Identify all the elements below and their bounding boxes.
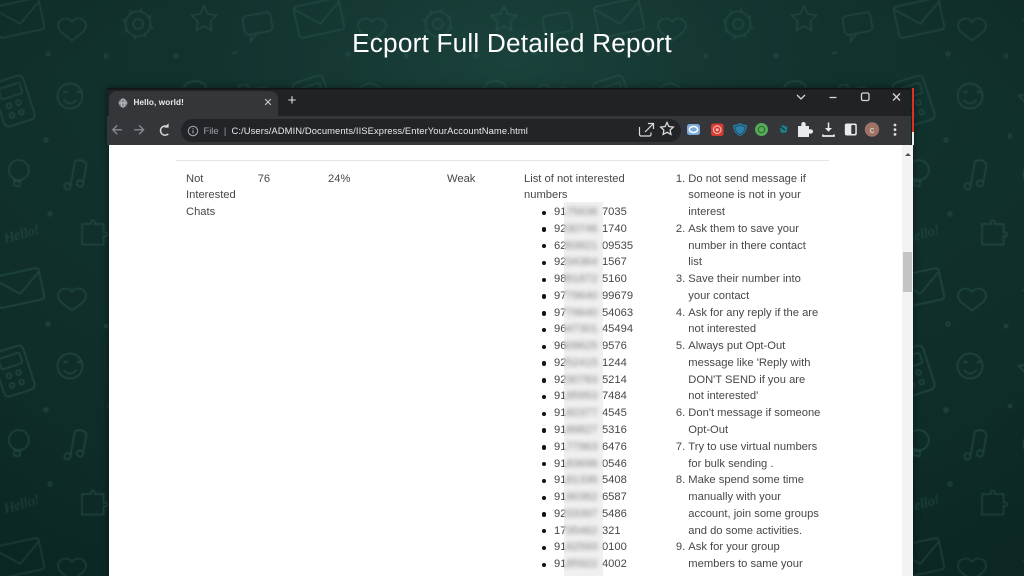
svg-text:c: c — [870, 125, 875, 135]
